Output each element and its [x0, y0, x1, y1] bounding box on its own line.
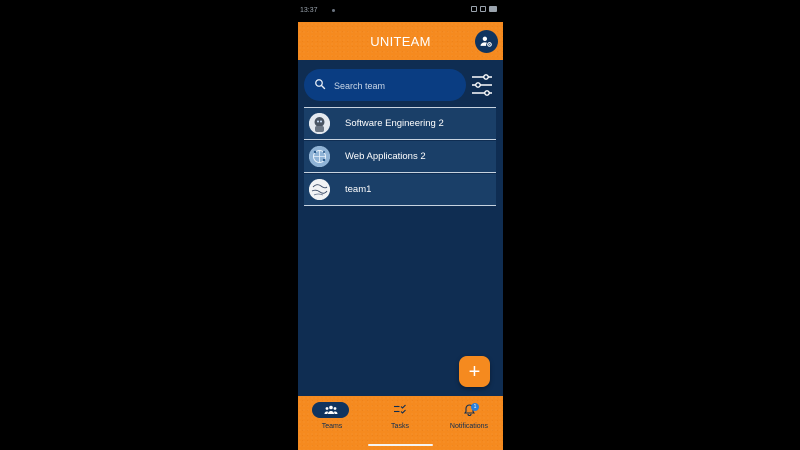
signal-icon	[480, 6, 486, 12]
nav-label-teams: Teams	[321, 423, 343, 430]
team-name: team1	[345, 184, 372, 195]
team-name: Web Applications 2	[345, 151, 426, 162]
nav-label-notifications: Notifications	[449, 423, 489, 430]
user-settings-icon	[480, 36, 492, 47]
search-input[interactable]	[332, 75, 464, 97]
network-avatar	[309, 146, 330, 167]
app-title: UNITEAM	[370, 34, 431, 49]
home-indicator	[368, 444, 433, 446]
team-row[interactable]: team1	[304, 174, 496, 206]
sketch-avatar	[309, 179, 330, 200]
nav-item-notifications[interactable]: 1 Notifications	[435, 396, 503, 444]
task-list-icon	[394, 404, 406, 414]
add-team-button[interactable]: +	[459, 356, 490, 387]
nav-label-tasks: Tasks	[391, 423, 409, 430]
filter-button[interactable]	[471, 73, 493, 97]
vibrate-icon	[471, 6, 477, 12]
nav-item-teams[interactable]: Teams	[298, 396, 366, 444]
team-row[interactable]: Web Applications 2	[304, 141, 496, 173]
search-bar[interactable]	[304, 69, 466, 101]
sliders-icon	[472, 74, 492, 96]
team-row[interactable]: Software Engineering 2	[304, 107, 496, 140]
battery-icon	[489, 6, 497, 12]
team-name: Software Engineering 2	[345, 118, 444, 129]
plus-icon: +	[468, 360, 481, 383]
profile-settings-button[interactable]	[475, 30, 498, 53]
team-list: Software Engineering 2 Web Applications …	[304, 107, 496, 207]
phone-screen: 13:37 UNITEAM Search team Software Engin…	[298, 0, 503, 450]
app-bar: UNITEAM	[298, 22, 503, 60]
selected-indicator	[312, 402, 349, 418]
nav-item-tasks[interactable]: Tasks	[366, 396, 434, 444]
groups-icon	[324, 405, 337, 414]
robot-avatar	[309, 113, 330, 134]
bottom-navigation: Teams Tasks 1 Notifications	[298, 396, 503, 450]
status-time: 13:37	[300, 7, 318, 14]
status-icons	[471, 6, 497, 12]
search-icon	[315, 79, 326, 90]
notification-dot-icon	[332, 9, 335, 12]
notification-badge: 1	[471, 403, 479, 411]
status-bar: 13:37	[298, 0, 503, 22]
